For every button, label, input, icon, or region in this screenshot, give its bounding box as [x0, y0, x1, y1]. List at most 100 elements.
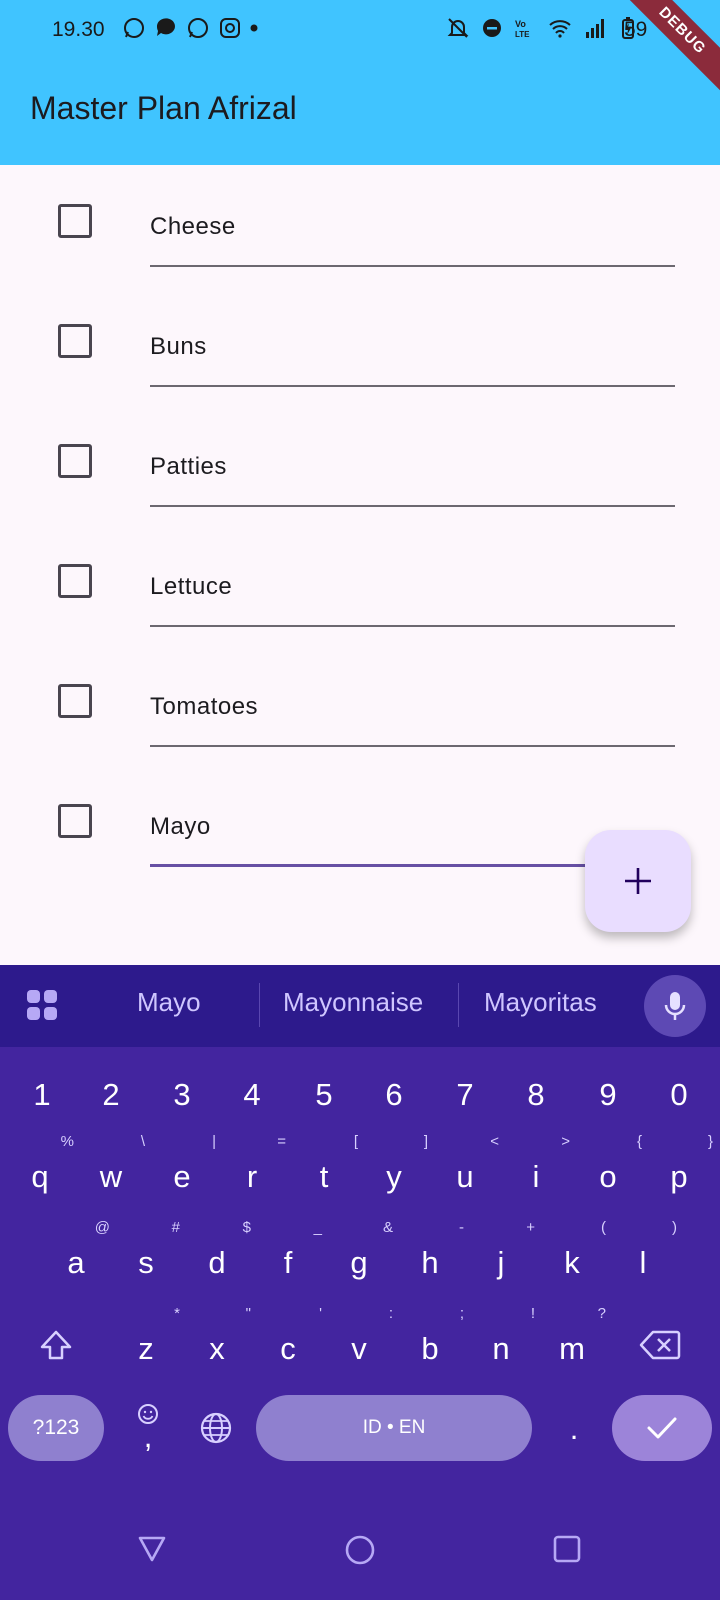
suggestion-2[interactable]: Mayonnaise	[283, 987, 423, 1018]
key-l[interactable]: l)	[613, 1219, 677, 1281]
task-checkbox[interactable]	[58, 204, 92, 238]
enter-key[interactable]	[612, 1395, 712, 1461]
key-v[interactable]: v:	[329, 1305, 393, 1367]
key-r[interactable]: r =	[222, 1133, 286, 1195]
task-text: Tomatoes	[150, 693, 259, 720]
add-task-button[interactable]	[585, 830, 691, 932]
task-checkbox[interactable]	[58, 324, 92, 358]
key-k[interactable]: k(	[542, 1219, 606, 1281]
key-0[interactable]: 0	[649, 1077, 709, 1113]
recents-icon[interactable]	[552, 1534, 582, 1564]
key-q[interactable]: q%	[10, 1133, 74, 1195]
task-text: Mayo	[150, 813, 211, 840]
key-g[interactable]: g &	[329, 1219, 393, 1281]
key-h[interactable]: h-	[400, 1219, 464, 1281]
volte-icon: VoLTE	[515, 19, 530, 39]
key-t[interactable]: t[	[294, 1133, 358, 1195]
status-bar: 19.30 Vo LTE 59	[0, 0, 720, 62]
field-underline	[150, 625, 675, 627]
key-3[interactable]: 3	[152, 1077, 212, 1113]
globe-icon	[200, 1412, 232, 1444]
list-item: Cheese	[0, 165, 720, 285]
do-not-disturb-icon	[483, 19, 501, 37]
key-b[interactable]: b;	[400, 1305, 464, 1367]
task-text: Patties	[150, 453, 227, 480]
suggestion-strip: Mayo Mayonnaise Mayoritas	[0, 965, 720, 1047]
task-checkbox[interactable]	[58, 684, 92, 718]
key-6[interactable]: 6	[364, 1077, 424, 1113]
backspace-key[interactable]	[630, 1329, 690, 1369]
language-switch-key[interactable]	[186, 1411, 246, 1453]
chat-bubble-icon	[156, 18, 175, 36]
task-checkbox[interactable]	[58, 564, 92, 598]
checkmark-icon	[647, 1417, 677, 1439]
status-time: 19.30	[52, 18, 105, 41]
key-2[interactable]: 2	[81, 1077, 141, 1113]
key-4[interactable]: 4	[222, 1077, 282, 1113]
field-underline	[150, 385, 675, 387]
key-8[interactable]: 8	[506, 1077, 566, 1113]
app-bar: 19.30 Vo LTE 59 Master Plan Afrizal DEBUG	[0, 0, 720, 165]
symbols-key[interactable]: ?123	[8, 1395, 104, 1461]
task-text: Buns	[150, 333, 207, 360]
task-text: Lettuce	[150, 573, 233, 600]
key-a[interactable]: a @	[46, 1219, 110, 1281]
apps-grid-icon[interactable]	[26, 989, 58, 1021]
key-7[interactable]: 7	[435, 1077, 495, 1113]
mute-bell-icon	[447, 18, 469, 38]
emoji-comma-key[interactable]: ,	[118, 1397, 178, 1463]
key-f[interactable]: f _	[258, 1219, 322, 1281]
instagram-icon	[220, 18, 240, 38]
shift-icon	[40, 1330, 72, 1360]
key-i[interactable]: i >	[506, 1133, 570, 1195]
task-text-field[interactable]: Buns	[150, 325, 675, 387]
whatsapp-icon	[188, 18, 208, 38]
field-underline	[150, 745, 675, 747]
key-s[interactable]: s #	[116, 1219, 180, 1281]
microphone-icon	[664, 992, 686, 1020]
shift-key[interactable]	[26, 1329, 86, 1369]
key-d[interactable]: d $	[187, 1219, 251, 1281]
key-9[interactable]: 9	[578, 1077, 638, 1113]
key-m[interactable]: m?	[542, 1305, 606, 1367]
key-1[interactable]: 1	[12, 1077, 72, 1113]
plus-icon	[625, 868, 651, 894]
key-e[interactable]: e |	[152, 1133, 216, 1195]
list-item: Patties	[0, 405, 720, 525]
list-item: Lettuce	[0, 525, 720, 645]
task-checkbox[interactable]	[58, 444, 92, 478]
home-icon[interactable]	[344, 1534, 376, 1566]
svg-text:Vo: Vo	[515, 19, 526, 29]
suggestion-divider	[458, 983, 459, 1027]
suggestion-1[interactable]: Mayo	[137, 987, 201, 1018]
back-icon[interactable]	[136, 1534, 168, 1564]
key-x[interactable]: x "	[187, 1305, 251, 1367]
task-text-field[interactable]: Tomatoes	[150, 685, 675, 747]
period-key[interactable]: .	[544, 1411, 604, 1447]
field-underline	[150, 265, 675, 267]
space-bar[interactable]: ID • EN	[256, 1395, 532, 1461]
key-j[interactable]: j +	[471, 1219, 535, 1281]
list-item: Buns	[0, 285, 720, 405]
key-5[interactable]: 5	[294, 1077, 354, 1113]
task-text-field[interactable]: Patties	[150, 445, 675, 507]
signal-icon	[586, 19, 604, 38]
key-p[interactable]: p}	[649, 1133, 713, 1195]
task-text: Cheese	[150, 213, 236, 240]
task-text-field[interactable]: Lettuce	[150, 565, 675, 627]
key-n[interactable]: n!	[471, 1305, 535, 1367]
key-w[interactable]: w \	[81, 1133, 145, 1195]
task-text-field[interactable]: Cheese	[150, 205, 675, 267]
suggestion-3[interactable]: Mayoritas	[484, 987, 597, 1018]
key-c[interactable]: c '	[258, 1305, 322, 1367]
key-o[interactable]: o{	[578, 1133, 642, 1195]
notification-icons	[122, 16, 258, 40]
suggestion-divider	[259, 983, 260, 1027]
key-u[interactable]: u <	[435, 1133, 499, 1195]
comma-label: ,	[143, 1419, 153, 1454]
more-notifications-dot-icon	[250, 24, 258, 32]
task-checkbox[interactable]	[58, 804, 92, 838]
key-y[interactable]: y]	[364, 1133, 428, 1195]
voice-input-button[interactable]	[644, 975, 706, 1037]
key-z[interactable]: z *	[116, 1305, 180, 1367]
